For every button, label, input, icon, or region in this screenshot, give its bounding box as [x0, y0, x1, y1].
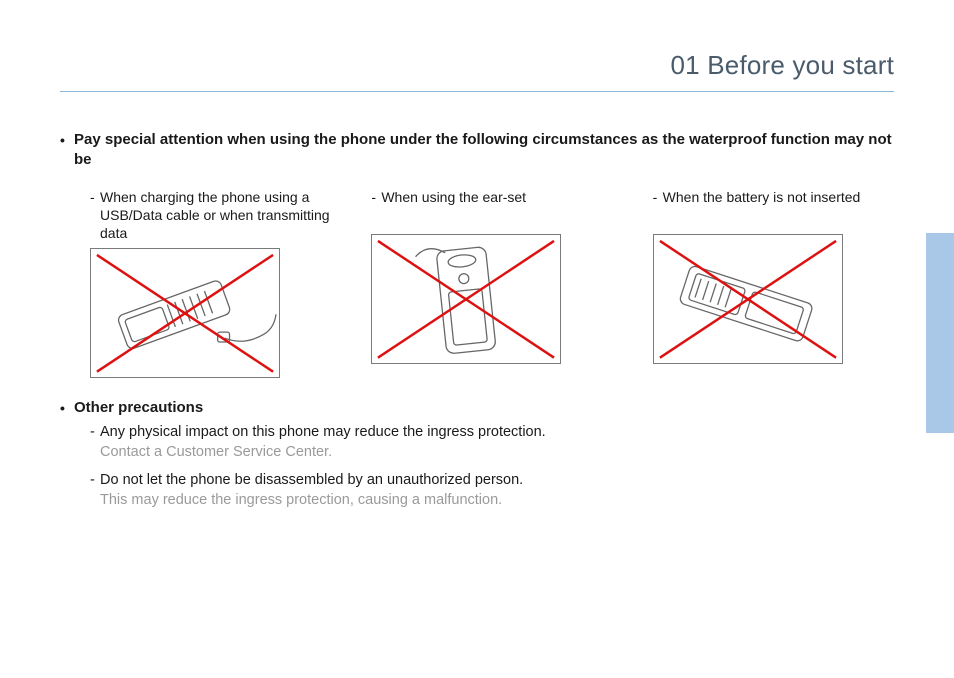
- circumstance-columns: - When charging the phone using a USB/Da…: [90, 188, 894, 378]
- precaution-text: Any physical impact on this phone may re…: [100, 422, 546, 442]
- dash-glyph: -: [653, 188, 663, 228]
- chapter-title: 01 Before you start: [60, 50, 894, 81]
- document-page: 01 Before you start • Pay special attent…: [0, 0, 954, 678]
- dash-glyph: -: [90, 422, 100, 442]
- caption-battery: - When the battery is not inserted: [653, 188, 894, 228]
- caption-charging: - When charging the phone using a USB/Da…: [90, 188, 331, 242]
- precaution-note: This may reduce the ingress protection, …: [100, 490, 894, 510]
- intro-bullet: • Pay special attention when using the p…: [60, 130, 894, 170]
- figure-battery: [653, 234, 843, 364]
- column-earset: - When using the ear-set: [371, 188, 612, 378]
- other-heading: Other precautions: [74, 398, 203, 418]
- intro-text: Pay special attention when using the pho…: [74, 130, 894, 170]
- phone-earset-illustration: [372, 235, 560, 364]
- column-charging: - When charging the phone using a USB/Da…: [90, 188, 331, 378]
- precaution-text: Do not let the phone be disassembled by …: [100, 470, 523, 490]
- header-rule: [60, 91, 894, 92]
- phone-no-battery-illustration: [654, 235, 842, 364]
- bullet-glyph: •: [60, 398, 74, 418]
- figure-earset: [371, 234, 561, 364]
- precaution-item: - Any physical impact on this phone may …: [90, 422, 894, 442]
- dash-glyph: -: [90, 188, 100, 242]
- side-tab: [926, 233, 954, 433]
- caption-text: When the battery is not inserted: [663, 188, 861, 228]
- figure-charging: [90, 248, 280, 378]
- phone-charging-illustration: [91, 249, 279, 378]
- caption-earset: - When using the ear-set: [371, 188, 612, 228]
- caption-text: When charging the phone using a USB/Data…: [100, 188, 331, 242]
- bullet-glyph: •: [60, 130, 74, 150]
- content-area: • Pay special attention when using the p…: [60, 130, 894, 510]
- other-precautions: • Other precautions - Any physical impac…: [60, 398, 894, 510]
- caption-text: When using the ear-set: [381, 188, 526, 228]
- dash-glyph: -: [371, 188, 381, 228]
- column-battery: - When the battery is not inserted: [653, 188, 894, 378]
- dash-glyph: -: [90, 470, 100, 490]
- precaution-note: Contact a Customer Service Center.: [100, 442, 894, 462]
- precaution-item: - Do not let the phone be disassembled b…: [90, 470, 894, 490]
